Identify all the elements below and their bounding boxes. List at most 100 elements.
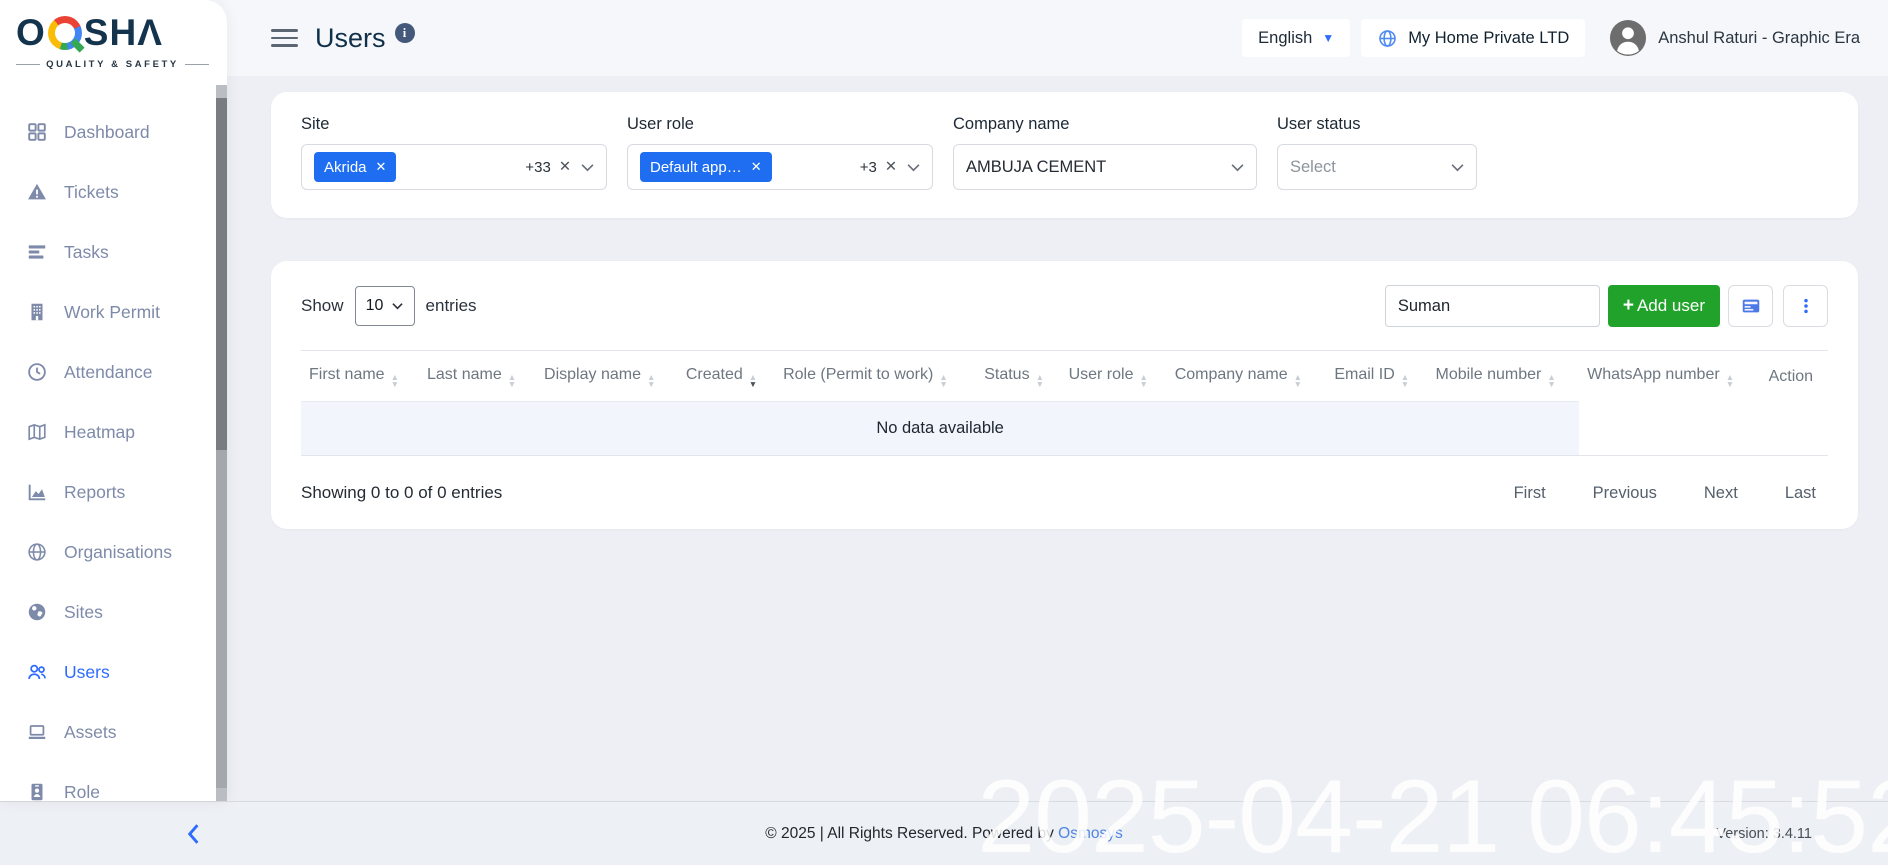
company-name-label: Company name [953,115,1257,134]
sidebar-item-label: Heatmap [64,422,135,443]
user-role-more-count: +3 [860,159,877,176]
site-multiselect[interactable]: Akrida ✕ +33 ✕ [301,144,607,190]
sidebar-item-dashboard[interactable]: Dashboard [26,102,227,162]
column-header-status[interactable]: Status▲▼ [976,351,1060,402]
sidebar-item-label: Users [64,662,110,683]
users-table-card: Show 10 entries + Add user [271,261,1858,529]
logo-wordmark: O SHΛ [16,12,209,54]
pagination: First Previous Next Last [1514,484,1828,503]
column-header-created[interactable]: Created▲▼ [678,351,775,402]
column-header-email-id[interactable]: Email ID▲▼ [1326,351,1427,402]
logo-q-ring [48,16,82,50]
chip-remove-icon[interactable]: ✕ [751,159,762,175]
hamburger-menu-icon[interactable] [271,29,298,47]
pagination-next[interactable]: Next [1704,484,1738,503]
pagination-previous[interactable]: Previous [1593,484,1657,503]
chip-remove-icon[interactable]: ✕ [376,159,387,175]
user-role-multiselect[interactable]: Default app… ✕ +3 ✕ [627,144,933,190]
footer: © 2025 | All Rights Reserved. Powered by… [0,801,1888,865]
filter-company-name: Company name AMBUJA CEMENT [953,115,1257,190]
search-input[interactable] [1385,285,1600,327]
sidebar-item-assets[interactable]: Assets [26,702,227,762]
sidebar-item-heatmap[interactable]: Heatmap [26,402,227,462]
chevron-down-icon [1231,163,1244,172]
chevron-down-icon [907,163,920,172]
dashboard-icon [26,121,48,143]
add-user-button[interactable]: + Add user [1608,285,1720,327]
empty-row: No data available [301,402,1828,456]
company-name-value: AMBUJA CEMENT [966,158,1106,177]
work-permit-icon [26,301,48,323]
sort-icon: ▲▼ [749,374,757,388]
column-header-company-name[interactable]: Company name▲▼ [1167,351,1327,402]
tasks-icon [26,241,48,263]
sidebar-item-label: Organisations [64,542,172,563]
attendance-icon [26,361,48,383]
card-view-icon [1740,295,1762,317]
sidebar-item-role[interactable]: Role [26,762,227,822]
column-header-first-name[interactable]: First name▲▼ [301,351,419,402]
column-header-display-name[interactable]: Display name▲▼ [536,351,678,402]
sidebar-item-label: Dashboard [64,122,150,143]
sidebar-item-work-permit[interactable]: Work Permit [26,282,227,342]
sidebar-item-sites[interactable]: Sites [26,582,227,642]
sidebar-item-attendance[interactable]: Attendance [26,342,227,402]
powered-by-link[interactable]: Osmosys [1058,825,1123,842]
sort-icon: ▲▼ [939,374,947,388]
sidebar-collapse-button[interactable] [186,823,200,845]
scrollbar-thumb[interactable] [216,98,227,450]
column-header-role-permit-to-work[interactable]: Role (Permit to work)▲▼ [775,351,976,402]
column-header-last-name[interactable]: Last name▲▼ [419,351,536,402]
column-header-user-role[interactable]: User role▲▼ [1061,351,1167,402]
pagination-last[interactable]: Last [1785,484,1816,503]
sidebar-scrollbar[interactable] [216,85,227,801]
site-chip: Akrida ✕ [314,152,396,182]
column-header-whatsapp-number[interactable]: WhatsApp number▲▼ [1579,351,1760,402]
sidebar-item-tasks[interactable]: Tasks [26,222,227,282]
card-view-button[interactable] [1728,285,1773,327]
user-name-label: Anshul Raturi - Graphic Era [1658,29,1860,48]
user-menu[interactable]: Anshul Raturi - Graphic Era [1609,19,1860,57]
sidebar-item-users[interactable]: Users [26,642,227,702]
entries-label: entries [426,296,477,316]
chevron-down-icon [1451,163,1464,172]
info-icon[interactable]: i [395,23,415,43]
sort-icon: ▲▼ [508,374,516,388]
site-clear-icon[interactable]: ✕ [559,159,571,175]
chevron-down-icon [581,163,594,172]
page-size-select[interactable]: 10 [355,286,415,326]
company-switcher-button[interactable]: My Home Private LTD [1361,19,1585,57]
assets-icon [26,721,48,743]
kebab-menu-icon [1796,296,1816,316]
filter-user-role: User role Default app… ✕ +3 ✕ [627,115,933,190]
logo[interactable]: O SHΛ QUALITY & SAFETY [0,0,227,76]
language-dropdown[interactable]: English ▼ [1242,19,1350,57]
scroll-up-button[interactable] [216,85,227,98]
sidebar-item-tickets[interactable]: Tickets [26,162,227,222]
sidebar-item-organisations[interactable]: Organisations [26,522,227,582]
content: Site Akrida ✕ +33 ✕ User role [227,76,1888,801]
plus-icon: + [1623,295,1634,317]
user-status-select[interactable]: Select [1277,144,1477,190]
more-options-button[interactable] [1783,285,1828,327]
sidebar-item-reports[interactable]: Reports [26,462,227,522]
main-area: Users i English ▼ My Home Private LTD [227,0,1888,801]
sort-icon: ▲▼ [1726,374,1734,388]
site-more-count: +33 [525,159,550,176]
pagination-first[interactable]: First [1514,484,1546,503]
sidebar-item-label: Work Permit [64,302,160,323]
chevron-left-icon [186,823,200,845]
filter-card: Site Akrida ✕ +33 ✕ User role [271,92,1858,218]
users-table: First name▲▼Last name▲▼Display name▲▼Cre… [301,350,1828,456]
role-icon [26,781,48,803]
company-name-select[interactable]: AMBUJA CEMENT [953,144,1257,190]
sidebar-nav: Dashboard TicketsTasks Work Permit Attendan… [0,76,227,822]
user-role-label: User role [627,115,933,134]
column-header-mobile-number[interactable]: Mobile number▲▼ [1427,351,1579,402]
scroll-down-button[interactable] [216,788,227,801]
user-role-clear-icon[interactable]: ✕ [885,159,897,175]
reports-icon [26,481,48,503]
heatmap-icon [26,421,48,443]
sidebar: O SHΛ QUALITY & SAFETY Dashboard TicketsT… [0,0,227,801]
filter-site: Site Akrida ✕ +33 ✕ [301,115,607,190]
